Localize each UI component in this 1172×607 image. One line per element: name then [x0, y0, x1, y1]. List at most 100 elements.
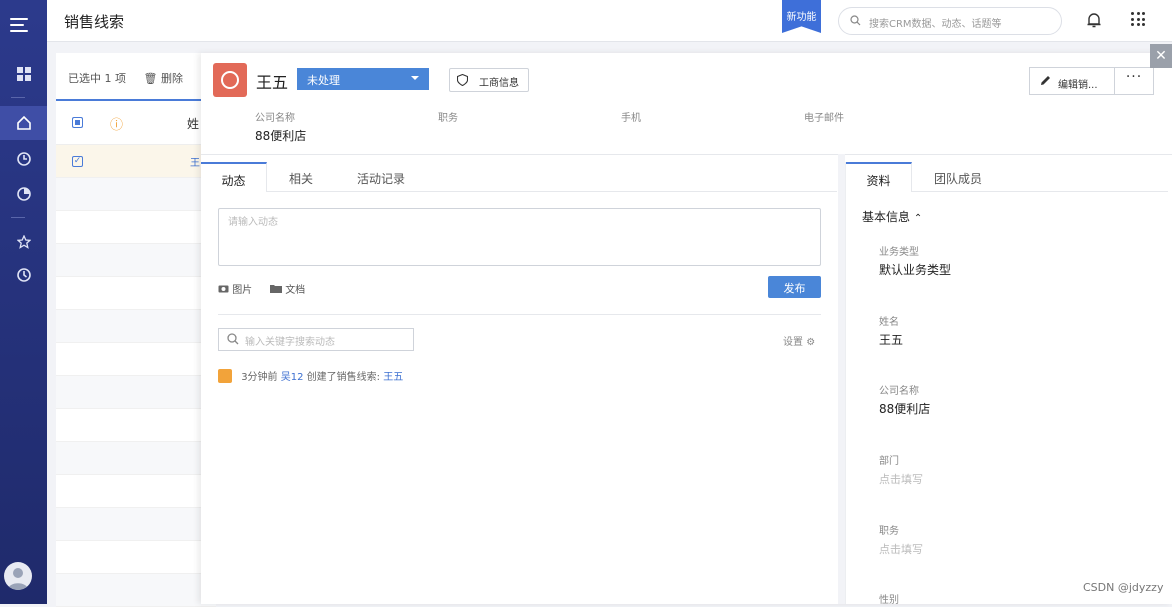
table-row — [56, 376, 216, 409]
keyword-placeholder: 输入关键字搜索动态 — [245, 337, 335, 348]
warning-icon: ⓘ — [110, 118, 124, 133]
global-search-input[interactable]: 搜索CRM数据、动态、话题等 — [838, 7, 1062, 35]
activity-user-link[interactable]: 吴12 — [281, 372, 304, 383]
new-feature-badge[interactable]: 新功能 — [782, 0, 821, 33]
nav-separator — [11, 97, 25, 98]
left-nav — [0, 0, 47, 604]
keyword-search-input[interactable]: 输入关键字搜索动态 — [218, 328, 414, 351]
info-value[interactable]: 88便利店 — [879, 400, 930, 417]
settings-label: 设置 — [783, 337, 803, 348]
info-tabs: 资料 团队成员 — [846, 162, 1168, 192]
activity-column: 动态 相关 活动记录 请输入动态 图片 文档 发布 输入关键字搜索动态 设置 ⚙… — [201, 162, 837, 604]
table-row — [56, 508, 216, 541]
lead-detail-panel: 王五 未处理 工商信息 编辑销... ··· 公司名称 职务 手机 电子邮件 8… — [201, 53, 1172, 606]
menu-icon[interactable] — [10, 18, 28, 32]
delete-button[interactable]: 🗑 删除 — [144, 72, 183, 85]
watermark: CSDN @jdyzzy — [1083, 581, 1164, 594]
status-dropdown[interactable]: 未处理 — [297, 68, 429, 90]
column-gap — [838, 154, 845, 604]
activity-input[interactable]: 请输入动态 — [218, 208, 821, 266]
gear-icon: ⚙ — [806, 337, 816, 348]
field-label-company: 公司名称 — [255, 113, 295, 124]
info-value-placeholder[interactable]: 点击填写 — [879, 541, 923, 557]
activity-target-link[interactable]: 王五 — [383, 372, 403, 383]
row-checkbox[interactable]: ✓ — [72, 156, 83, 167]
doc-label: 文档 — [285, 285, 306, 296]
table-row — [56, 343, 216, 376]
home-icon[interactable] — [0, 106, 47, 140]
table-header: ⓘ 姓 — [56, 101, 216, 145]
publish-button[interactable]: 发布 — [768, 276, 821, 298]
table-row — [56, 541, 216, 574]
top-bar: 销售线索 新功能 搜索CRM数据、动态、话题等 — [47, 0, 1172, 42]
edit-button[interactable]: 编辑销... — [1029, 67, 1115, 95]
search-icon — [227, 333, 239, 348]
tab-team-members[interactable]: 团队成员 — [922, 162, 994, 192]
info-value[interactable]: 默认业务类型 — [879, 261, 951, 278]
lead-logo-icon — [213, 63, 247, 97]
row-name-link[interactable]: 王 — [190, 154, 200, 169]
list-toolbar: 已选中 1 项 🗑 删除 — [56, 53, 216, 101]
tab-profile[interactable]: 资料 — [846, 162, 912, 192]
search-placeholder: 搜索CRM数据、动态、话题等 — [869, 19, 1002, 30]
pencil-icon — [1040, 75, 1051, 89]
camera-icon — [218, 285, 232, 296]
table-row — [56, 277, 216, 310]
settings-button[interactable]: 设置 ⚙ — [783, 333, 815, 348]
more-button[interactable]: ··· — [1115, 67, 1154, 95]
basic-info-section-toggle[interactable]: 基本信息 ⌃ — [862, 208, 922, 225]
status-value: 未处理 — [307, 74, 340, 87]
field-label-email: 电子邮件 — [804, 113, 844, 124]
info-value[interactable]: 王五 — [879, 331, 903, 348]
info-label: 部门 — [879, 456, 899, 467]
bell-icon[interactable] — [1087, 12, 1101, 31]
image-attach-button[interactable]: 图片 — [218, 281, 252, 296]
info-column: 资料 团队成员 基本信息 ⌃ 业务类型 默认业务类型 姓名 王五 公司名称 88… — [845, 162, 1168, 606]
table-row[interactable]: ✓ 王 — [56, 145, 216, 178]
history-icon[interactable] — [0, 258, 47, 292]
apps-grid-icon[interactable] — [1131, 12, 1145, 26]
tab-activity[interactable]: 动态 — [201, 162, 267, 192]
field-label-position: 职务 — [438, 113, 458, 124]
info-label: 姓名 — [879, 317, 899, 328]
doc-attach-button[interactable]: 文档 — [270, 281, 305, 296]
close-panel-button[interactable]: ✕ — [1150, 44, 1172, 68]
tab-activity-log[interactable]: 活动记录 — [341, 162, 421, 192]
name-column-header[interactable]: 姓 — [187, 115, 199, 132]
user-avatar[interactable] — [4, 562, 32, 590]
table-row — [56, 178, 216, 211]
activity-time: 3分钟前 — [241, 372, 278, 383]
image-label: 图片 — [232, 285, 253, 296]
edit-label: 编辑销... — [1058, 80, 1098, 91]
table-row — [56, 409, 216, 442]
activity-divider — [218, 314, 821, 315]
business-info-button[interactable]: 工商信息 — [449, 68, 529, 92]
search-icon — [850, 15, 861, 29]
table-row — [56, 211, 216, 244]
info-label: 业务类型 — [879, 247, 919, 258]
nav-separator — [11, 217, 25, 218]
shield-icon — [456, 73, 469, 89]
field-label-mobile: 手机 — [621, 113, 641, 124]
table-row — [56, 442, 216, 475]
business-info-label: 工商信息 — [479, 78, 519, 89]
activity-tabs: 动态 相关 活动记录 — [201, 162, 837, 192]
activity-action: 创建了销售线索: — [306, 372, 381, 383]
tab-related[interactable]: 相关 — [273, 162, 329, 192]
field-value-company: 88便利店 — [255, 129, 307, 143]
selected-count: 已选中 1 项 — [68, 72, 126, 85]
trash-icon: 🗑 — [143, 72, 158, 85]
info-value-placeholder[interactable]: 点击填写 — [879, 471, 923, 487]
pie-chart-icon[interactable] — [0, 177, 47, 211]
clock-chart-icon[interactable] — [0, 142, 47, 176]
chevron-up-icon: ⌃ — [913, 213, 923, 224]
select-all-checkbox[interactable] — [72, 117, 83, 128]
basic-info-title: 基本信息 — [862, 210, 911, 224]
chevron-down-icon — [411, 76, 419, 84]
dashboard-icon[interactable] — [0, 57, 47, 91]
edit-note-icon — [218, 369, 232, 383]
delete-label: 删除 — [160, 72, 183, 85]
lead-name: 王五 — [256, 73, 289, 92]
star-icon[interactable] — [0, 225, 47, 259]
table-row — [56, 310, 216, 343]
